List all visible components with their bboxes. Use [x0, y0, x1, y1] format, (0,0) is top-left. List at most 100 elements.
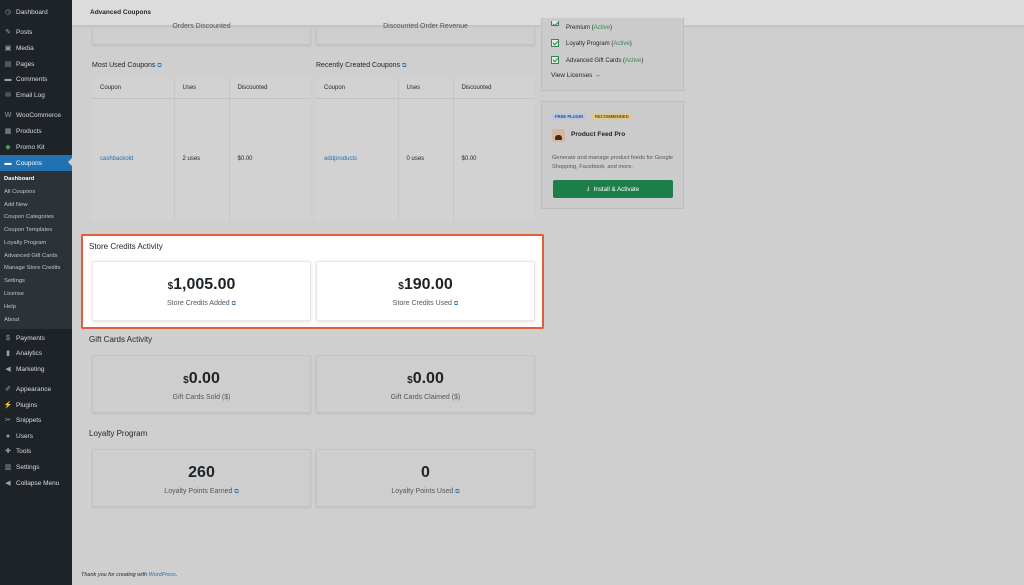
- stat-label: Loyalty Points Used ⧉: [391, 488, 460, 495]
- stat-label: Orders Discounted: [172, 23, 231, 30]
- store-credits-used-card: $190.00 Store Credits Used ⧉: [316, 261, 535, 321]
- sidebar-item-label: Products: [16, 127, 42, 135]
- plugin-logo-icon: [552, 129, 565, 142]
- table-row: addproducts 0 uses $0.00: [316, 98, 534, 220]
- external-link-icon[interactable]: ⧉: [157, 63, 161, 69]
- view-licenses-link[interactable]: View Licenses →: [551, 72, 601, 79]
- col-discounted: Discounted: [229, 78, 310, 99]
- gift-cards-claimed-card: $0.00 Gift Cards Claimed ($): [316, 355, 535, 413]
- stat-label: Store Credits Used ⧉: [392, 300, 459, 307]
- sidebar-item-label: WooCommerce: [16, 111, 62, 119]
- most-used-title: Most Used Coupons ⧉: [92, 62, 162, 69]
- licenses-panel: Premium (Active) Loyalty Program (Active…: [541, 18, 684, 91]
- loyalty-title: Loyalty Program: [89, 429, 148, 438]
- section-title: Store Credits Activity: [89, 242, 163, 251]
- sidebar-item-label: Promo Kit: [16, 143, 45, 151]
- sidebar-item-label: Pages: [16, 60, 35, 68]
- email-icon: ✉: [5, 92, 11, 99]
- sidebar-item-label: Collapse Menu: [16, 479, 60, 487]
- table-header-row: Coupon Uses Discounted: [92, 78, 310, 99]
- sidebar-item-media[interactable]: ▣ Media: [0, 41, 72, 55]
- submenu-all-coupons[interactable]: All Coupons: [4, 189, 35, 195]
- submenu-settings[interactable]: Settings: [4, 278, 25, 284]
- coupon-link[interactable]: cashbackold: [92, 98, 175, 220]
- collapse-icon: ◀: [5, 480, 11, 487]
- submenu-license[interactable]: License: [4, 291, 24, 297]
- recent-coupons-table: Coupon Uses Discounted addproducts 0 use…: [316, 78, 534, 220]
- sidebar-item-appearance[interactable]: ✐ Appearance: [0, 382, 72, 396]
- collapse-menu-button[interactable]: ◀ Collapse Menu: [0, 476, 72, 490]
- sidebar-item-settings[interactable]: ▥ Settings: [0, 460, 72, 474]
- sidebar-item-label: Media: [16, 44, 34, 52]
- checkbox-icon: [551, 21, 559, 26]
- sidebar-item-tools[interactable]: ✚ Tools: [0, 444, 72, 458]
- stat-label: Discounted Order Revenue: [383, 23, 468, 30]
- submenu-about[interactable]: About: [4, 317, 19, 323]
- submenu-dashboard[interactable]: Dashboard: [4, 176, 34, 182]
- sidebar-item-label: Coupons: [16, 159, 43, 167]
- external-link-icon[interactable]: ⧉: [455, 489, 459, 495]
- admin-sidebar: ◷ Dashboard ✎ Posts ▣ Media ▤ Pages ▬ Comment…: [0, 0, 72, 585]
- sidebar-item-label: Settings: [16, 463, 40, 471]
- sidebar-item-products[interactable]: ▦ Products: [0, 124, 72, 138]
- sidebar-item-label: Posts: [16, 28, 33, 36]
- sidebar-item-payments[interactable]: $ Payments: [0, 331, 72, 345]
- sidebar-item-label: Users: [16, 432, 33, 440]
- sidebar-item-snippets[interactable]: ✂ Snippets: [0, 413, 72, 427]
- active-indicator: [68, 158, 72, 166]
- submenu-coupon-templates[interactable]: Coupon Templates: [4, 227, 52, 233]
- gift-cards-sold-card: $0.00 Gift Cards Sold ($): [92, 355, 311, 413]
- external-link-icon[interactable]: ⧉: [232, 301, 236, 307]
- col-uses: Uses: [398, 78, 454, 99]
- most-used-table: Coupon Uses Discounted cashbackold 2 use…: [92, 78, 310, 220]
- external-link-icon[interactable]: ⧉: [454, 301, 458, 307]
- woocommerce-icon: W: [4, 111, 12, 119]
- col-uses: Uses: [174, 78, 230, 99]
- col-coupon: Coupon: [316, 78, 399, 99]
- license-gift-cards: Advanced Gift Cards (Active): [566, 58, 644, 64]
- loyalty-used-card: 0 Loyalty Points Used ⧉: [316, 449, 535, 507]
- sidebar-item-comments[interactable]: ▬ Comments: [0, 72, 72, 86]
- submenu-advanced-gift-cards[interactable]: Advanced Gift Cards: [4, 253, 58, 259]
- checkbox-icon: [551, 56, 559, 64]
- table-row: cashbackold 2 uses $0.00: [92, 98, 310, 220]
- sidebar-item-label: Comments: [16, 75, 48, 83]
- submenu-add-new[interactable]: Add New: [4, 202, 28, 208]
- sidebar-item-pages[interactable]: ▤ Pages: [0, 57, 72, 71]
- sidebar-item-label: Plugins: [16, 401, 38, 409]
- sidebar-item-label: Snippets: [16, 416, 42, 424]
- external-link-icon[interactable]: ⧉: [234, 489, 238, 495]
- sidebar-item-label: Email Log: [16, 91, 45, 99]
- products-icon: ▦: [4, 128, 12, 135]
- stat-value: $190.00: [398, 276, 453, 293]
- external-link-icon[interactable]: ⧉: [402, 63, 406, 69]
- promo-kit-icon: ◆: [5, 144, 11, 151]
- sidebar-item-plugins[interactable]: ⚡ Plugins: [0, 398, 72, 412]
- sidebar-item-analytics[interactable]: ▮ Analytics: [0, 346, 72, 360]
- sidebar-item-promo-kit[interactable]: ◆ Promo Kit: [0, 140, 72, 154]
- download-icon: ⤓: [586, 185, 590, 192]
- col-discounted: Discounted: [453, 78, 534, 99]
- plugin-description: Generate and manage product feeds for Go…: [552, 155, 674, 170]
- coupon-link[interactable]: addproducts: [316, 98, 399, 220]
- sidebar-item-label: Tools: [16, 447, 32, 455]
- sidebar-item-email-log[interactable]: ✉ Email Log: [0, 88, 72, 102]
- submenu-loyalty-program[interactable]: Loyalty Program: [4, 240, 46, 246]
- stat-label: Store Credits Added ⧉: [167, 300, 236, 307]
- uses-cell: 2 uses: [174, 98, 230, 220]
- sidebar-item-marketing[interactable]: ◀ Marketing: [0, 362, 72, 376]
- sidebar-item-dashboard[interactable]: ◷ Dashboard: [0, 5, 72, 19]
- sidebar-item-woocommerce[interactable]: W WooCommerce: [0, 108, 72, 122]
- submenu-manage-store-credits[interactable]: Manage Store Credits: [4, 265, 60, 271]
- sidebar-item-coupons[interactable]: ▬ Coupons: [0, 155, 72, 171]
- sidebar-item-users[interactable]: ● Users: [0, 429, 72, 443]
- stat-value: 260: [188, 464, 215, 481]
- wordpress-link[interactable]: WordPress: [149, 572, 176, 578]
- col-coupon: Coupon: [92, 78, 175, 99]
- sidebar-item-posts[interactable]: ✎ Posts: [0, 25, 72, 39]
- install-activate-button[interactable]: ⤓ Install & Activate: [553, 180, 673, 198]
- media-icon: ▣: [4, 45, 12, 52]
- submenu-help[interactable]: Help: [4, 304, 16, 310]
- stat-value: 0: [421, 464, 430, 481]
- submenu-coupon-categories[interactable]: Coupon Categories: [4, 214, 54, 220]
